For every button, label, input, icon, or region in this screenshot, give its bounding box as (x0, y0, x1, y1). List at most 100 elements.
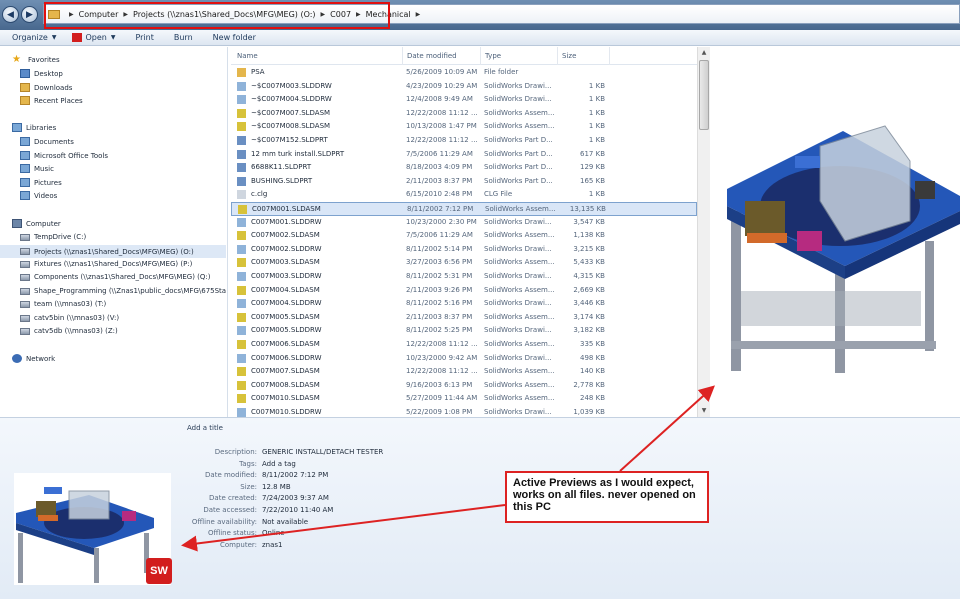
nav-libraries[interactable]: Libraries (12, 123, 56, 132)
file-row[interactable]: C007M007.SLDASM 12/22/2008 11:12 ... Solid… (231, 365, 697, 379)
file-row[interactable]: 12 mm turk install.SLDPRT 7/5/2006 11:29 … (231, 148, 697, 162)
forward-arrow-icon[interactable]: ▶ (21, 6, 38, 23)
nav-drive-c[interactable]: TempDrive (C:) (20, 233, 86, 241)
print-button[interactable]: Print (135, 33, 153, 42)
file-size: 1 KB (588, 81, 605, 90)
nav-office-tools[interactable]: Microsoft Office Tools (20, 151, 108, 160)
new-folder-button[interactable]: New folder (213, 33, 256, 42)
file-date: 2/11/2003 8:37 PM (406, 176, 473, 185)
vertical-scrollbar[interactable]: ▲ ▼ (697, 47, 710, 417)
file-size: 498 KB (580, 353, 605, 362)
file-name: C007M006.SLDDRW (251, 353, 322, 362)
file-type: SolidWorks Drawi... (484, 81, 552, 90)
asm-file-icon (237, 108, 246, 118)
header-size[interactable]: Size (562, 52, 576, 60)
column-divider[interactable] (609, 47, 610, 65)
solidworks-badge: SW (146, 558, 172, 584)
videos-icon (20, 191, 30, 200)
annotation-callout: Active Previews as I would expect, works… (505, 471, 709, 523)
file-row[interactable]: C007M004.SLDASM 2/11/2003 9:26 PM SolidWor… (231, 284, 697, 298)
drw-file-icon (237, 326, 246, 336)
file-size: 1 KB (588, 95, 605, 104)
drw-file-icon (237, 95, 246, 105)
column-headers: Name Date modified Type Size (231, 47, 697, 65)
back-arrow-icon[interactable]: ◀ (2, 6, 19, 23)
file-row[interactable]: ~$C007M152.SLDPRT 12/22/2008 11:12 ... Sol… (231, 134, 697, 148)
file-name: C007M003.SLDDRW (251, 272, 322, 280)
file-type: SolidWorks Part D... (484, 163, 553, 172)
file-row[interactable]: C007M001.SLDASM 8/11/2002 7:12 PM SolidWor… (231, 202, 697, 216)
file-row[interactable]: C007M004.SLDDRW 8/11/2002 5:16 PM SolidWor… (231, 297, 697, 311)
file-row[interactable]: ~$C007M008.SLDASM 10/13/2008 1:47 PM Solid… (231, 120, 697, 134)
network-drive-icon (20, 248, 30, 255)
file-row[interactable]: ~$C007M007.SLDASM 12/22/2008 11:12 ... Sol… (231, 107, 697, 121)
header-name[interactable]: Name (237, 52, 258, 60)
file-row[interactable]: C007M003.SLDASM 3/27/2003 6:56 PM SolidWor… (231, 256, 697, 270)
file-size: 3,215 KB (573, 244, 605, 253)
add-title-field[interactable]: Add a title (187, 424, 223, 432)
file-row[interactable]: 6688K11.SLDPRT 8/18/2003 4:09 PM SolidWork… (231, 161, 697, 175)
file-name: 6688K11.SLDPRT (251, 163, 312, 172)
file-row[interactable]: C007M006.SLDASM 12/22/2008 11:12 ... Solid… (231, 338, 697, 352)
column-divider[interactable] (557, 47, 558, 65)
column-divider[interactable] (480, 47, 481, 65)
property-value: GENERIC INSTALL/DETACH TESTER (262, 448, 384, 456)
nav-documents[interactable]: Documents (20, 137, 74, 146)
file-date: 8/11/2002 5:16 PM (406, 299, 473, 308)
file-row[interactable]: BUSHING.SLDPRT 2/11/2003 8:37 PM SolidWork… (231, 175, 697, 189)
file-date: 7/5/2006 11:29 AM (406, 231, 473, 240)
file-row[interactable]: c.clg 6/15/2010 2:48 PM CLG File 1 KB (231, 188, 697, 202)
file-row[interactable]: C007M008.SLDASM 9/16/2003 6:13 PM SolidWor… (231, 379, 697, 393)
nav-favorites[interactable]: ★ Favorites (12, 55, 60, 65)
nav-drive-v[interactable]: catv5bin (\\mnas03) (V:) (20, 314, 119, 322)
nav-recent-places[interactable]: Recent Places (20, 96, 83, 105)
file-size: 140 KB (580, 367, 605, 376)
nav-desktop[interactable]: Desktop (20, 69, 63, 78)
column-divider[interactable] (402, 47, 403, 65)
file-type: SolidWorks Assem... (484, 394, 555, 403)
file-row[interactable]: C007M010.SLDDRW 5/22/2009 1:08 PM SolidWor… (231, 406, 697, 417)
scroll-up-icon[interactable]: ▲ (698, 47, 710, 59)
nav-drive-q[interactable]: Components (\\znas1\Shared_Docs\MFG\MEG)… (20, 273, 211, 281)
nav-drive-z[interactable]: catv5db (\\mnas03) (Z:) (20, 327, 118, 335)
nav-downloads[interactable]: Downloads (20, 83, 72, 92)
nav-music[interactable]: Music (20, 164, 54, 173)
nav-videos[interactable]: Videos (20, 191, 57, 200)
file-row[interactable]: ~$C007M004.SLDDRW 12/4/2008 9:49 AM SolidW… (231, 93, 697, 107)
file-row[interactable]: PSA 5/26/2009 10:09 AM File folder (231, 66, 697, 80)
file-type: SolidWorks Assem... (484, 122, 555, 131)
property-value[interactable]: Add a tag (262, 460, 296, 468)
file-date: 12/4/2008 9:49 AM (406, 95, 473, 104)
drw-file-icon (237, 353, 246, 363)
file-row[interactable]: C007M001.SLDDRW 10/23/2000 2:30 PM SolidWo… (231, 216, 697, 230)
file-row[interactable]: C007M010.SLDASM 5/27/2009 11:44 AM SolidWo… (231, 392, 697, 406)
header-date[interactable]: Date modified (407, 52, 457, 60)
file-row[interactable]: C007M003.SLDDRW 8/11/2002 5:31 PM SolidWor… (231, 270, 697, 284)
file-row[interactable]: C007M006.SLDDRW 10/23/2000 9:42 AM SolidWo… (231, 352, 697, 366)
burn-button[interactable]: Burn (174, 33, 193, 42)
file-row[interactable]: ~$C007M003.SLDDRW 4/23/2009 10:29 AM Solid… (231, 80, 697, 94)
asm-file-icon (237, 394, 246, 404)
nav-pictures[interactable]: Pictures (20, 178, 62, 187)
nav-network[interactable]: Network (12, 354, 55, 363)
network-icon (12, 354, 22, 363)
file-row[interactable]: C007M005.SLDASM 2/11/2003 8:37 PM SolidWor… (231, 311, 697, 325)
organize-button[interactable]: Organize ▼ (12, 33, 56, 42)
nav-drive-t[interactable]: team (\\mnas03) (T:) (20, 300, 106, 308)
scroll-thumb[interactable] (699, 60, 709, 130)
file-size: 3,182 KB (573, 326, 605, 335)
file-name: C007M003.SLDASM (251, 258, 320, 267)
nav-drive-p[interactable]: Fixtures (\\znas1\Shared_Docs\MFG\MEG) (… (20, 260, 192, 268)
solidworks-icon (72, 33, 83, 42)
header-type[interactable]: Type (485, 52, 501, 60)
file-row[interactable]: C007M005.SLDDRW 8/11/2002 5:25 PM SolidWor… (231, 324, 697, 338)
property-label: Date created: (209, 494, 257, 503)
file-type: SolidWorks Drawi... (484, 326, 552, 335)
file-row[interactable]: C007M002.SLDASM 7/5/2006 11:29 AM SolidWor… (231, 229, 697, 243)
nav-drive-o[interactable]: Projects (\\znas1\Shared_Docs\MFG\MEG) (… (0, 245, 226, 258)
scroll-down-icon[interactable]: ▼ (698, 405, 710, 417)
file-row[interactable]: C007M002.SLDDRW 8/11/2002 5:14 PM SolidWor… (231, 243, 697, 257)
open-button[interactable]: Open ▼ (72, 33, 115, 42)
nav-computer[interactable]: Computer (12, 219, 61, 228)
nav-drive-shape[interactable]: Shape_Programming (\\Znas1\public_docs\M… (20, 287, 226, 295)
